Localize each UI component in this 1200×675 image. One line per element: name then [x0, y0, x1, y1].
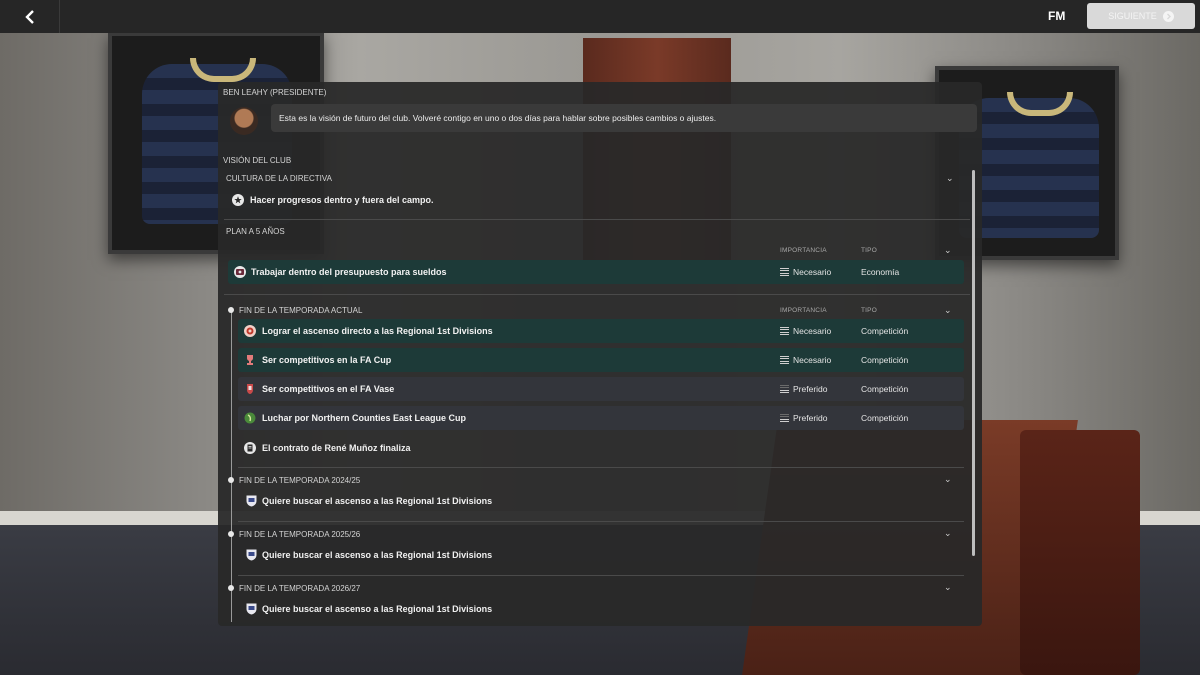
- season-label: FIN DE LA TEMPORADA 2024/25: [239, 476, 361, 485]
- importance-value: Necesario: [793, 355, 832, 365]
- fa-crest-icon: [246, 495, 257, 507]
- importance-value: Necesario: [793, 267, 832, 277]
- importance-value: Preferido: [793, 413, 828, 423]
- fm-logo: FM: [1048, 9, 1066, 23]
- importance-bars-icon: [780, 414, 789, 422]
- timeline-dot: [228, 585, 234, 591]
- season-item: Quiere buscar el ascenso a las Regional …: [246, 603, 492, 615]
- divider: [238, 467, 964, 468]
- objective-row[interactable]: Luchar por Northern Counties East League…: [238, 406, 964, 430]
- back-button[interactable]: [0, 0, 60, 33]
- objective-row[interactable]: Ser competitivos en la FA Cup Necesario …: [238, 348, 964, 372]
- league-badge-icon: [244, 325, 256, 337]
- message-text: Esta es la visión de futuro del club. Vo…: [279, 113, 717, 123]
- objective-row[interactable]: Lograr el ascenso directo a las Regional…: [238, 319, 964, 343]
- type-value: Competición: [861, 413, 909, 423]
- objective-text: Luchar por Northern Counties East League…: [262, 413, 467, 423]
- importance-header: IMPORTANCIA: [780, 247, 827, 254]
- fa-crest-icon: [246, 603, 257, 615]
- chevron-down-icon[interactable]: ⌄: [944, 475, 952, 484]
- timeline-dot: [228, 477, 234, 483]
- chevron-right-circle-icon: [1162, 10, 1174, 22]
- divider: [238, 575, 964, 576]
- chevron-down-icon[interactable]: ⌄: [944, 529, 952, 538]
- chevron-down-icon[interactable]: ⌄: [944, 246, 952, 255]
- season-label: FIN DE LA TEMPORADA 2026/27: [239, 584, 361, 593]
- importance-bars-icon: [780, 268, 789, 276]
- importance-value: Preferido: [793, 384, 828, 394]
- importance-value: Necesario: [793, 326, 832, 336]
- season-item: Quiere buscar el ascenso a las Regional …: [246, 495, 492, 507]
- type-header: TIPO: [861, 307, 877, 314]
- timeline-dot: [228, 307, 234, 313]
- culture-item: Hacer progresos dentro y fuera del campo…: [232, 194, 434, 206]
- importance-bars-icon: [780, 327, 789, 335]
- objective-text: Ser competitivos en la FA Cup: [262, 355, 392, 365]
- culture-item-text: Hacer progresos dentro y fuera del campo…: [250, 195, 434, 205]
- type-header: TIPO: [861, 247, 877, 254]
- importance-cell: Necesario: [780, 267, 831, 277]
- culture-label: CULTURA DE LA DIRECTIVA: [226, 174, 332, 183]
- league-cup-icon: [244, 412, 256, 424]
- season-item: Quiere buscar el ascenso a las Regional …: [246, 549, 492, 561]
- fa-vase-icon: [244, 383, 256, 395]
- timeline-dot: [228, 531, 234, 537]
- objective-row[interactable]: Ser competitivos en el FA Vase Preferido…: [238, 377, 964, 401]
- importance-header: IMPORTANCIA: [780, 307, 827, 314]
- fa-crest-icon: [246, 549, 257, 561]
- plan-row-text: Trabajar dentro del presupuesto para sue…: [251, 267, 447, 277]
- chevron-left-icon: [24, 9, 34, 24]
- importance-cell: Necesario: [780, 355, 831, 365]
- plan-row[interactable]: Trabajar dentro del presupuesto para sue…: [228, 260, 964, 284]
- club-vision-panel: BEN LEAHY (PRESIDENTE) Esta es la visión…: [218, 82, 982, 626]
- season-item-text: Quiere buscar el ascenso a las Regional …: [262, 604, 493, 614]
- type-value: Competición: [861, 355, 909, 365]
- season-item-text: Quiere buscar el ascenso a las Regional …: [262, 496, 493, 506]
- divider: [224, 219, 970, 220]
- season-label: FIN DE LA TEMPORADA 2025/26: [239, 530, 361, 539]
- fa-cup-icon: [244, 354, 256, 366]
- next-button[interactable]: SIGUIENTE: [1087, 3, 1195, 29]
- speaker-name: BEN LEAHY (PRESIDENTE): [223, 88, 327, 97]
- contract-item[interactable]: El contrato de René Muñoz finaliza: [244, 442, 411, 454]
- room-chair: [1020, 430, 1140, 675]
- contract-icon: [244, 442, 256, 454]
- top-bar: FM SIGUIENTE: [0, 0, 1200, 33]
- vision-title: VISIÓN DEL CLUB: [223, 156, 292, 165]
- importance-bars-icon: [780, 385, 789, 393]
- money-icon: [234, 266, 246, 278]
- season-item-text: Quiere buscar el ascenso a las Regional …: [262, 550, 493, 560]
- importance-cell: Necesario: [780, 326, 831, 336]
- chevron-down-icon[interactable]: ⌄: [944, 583, 952, 592]
- importance-bars-icon: [780, 356, 789, 364]
- message-bubble: Esta es la visión de futuro del club. Vo…: [271, 104, 977, 132]
- chevron-down-icon[interactable]: ⌄: [946, 174, 954, 183]
- plan-label: PLAN A 5 AÑOS: [226, 227, 285, 236]
- type-value: Economía: [861, 267, 900, 277]
- importance-cell: Preferido: [780, 384, 828, 394]
- objective-text: Ser competitivos en el FA Vase: [262, 384, 395, 394]
- scrollbar[interactable]: [972, 170, 975, 556]
- type-value: Competición: [861, 384, 909, 394]
- chevron-down-icon[interactable]: ⌄: [944, 306, 952, 315]
- divider: [238, 521, 964, 522]
- star-badge-icon: [232, 194, 244, 206]
- timeline-line: [231, 310, 232, 622]
- avatar: [230, 107, 258, 135]
- objective-text: Lograr el ascenso directo a las Regional…: [262, 326, 493, 336]
- current-season-label: FIN DE LA TEMPORADA ACTUAL: [239, 306, 363, 315]
- importance-cell: Preferido: [780, 413, 828, 423]
- next-button-label: SIGUIENTE: [1108, 11, 1157, 21]
- divider: [224, 294, 970, 295]
- type-value: Competición: [861, 326, 909, 336]
- contract-text: El contrato de René Muñoz finaliza: [262, 443, 411, 453]
